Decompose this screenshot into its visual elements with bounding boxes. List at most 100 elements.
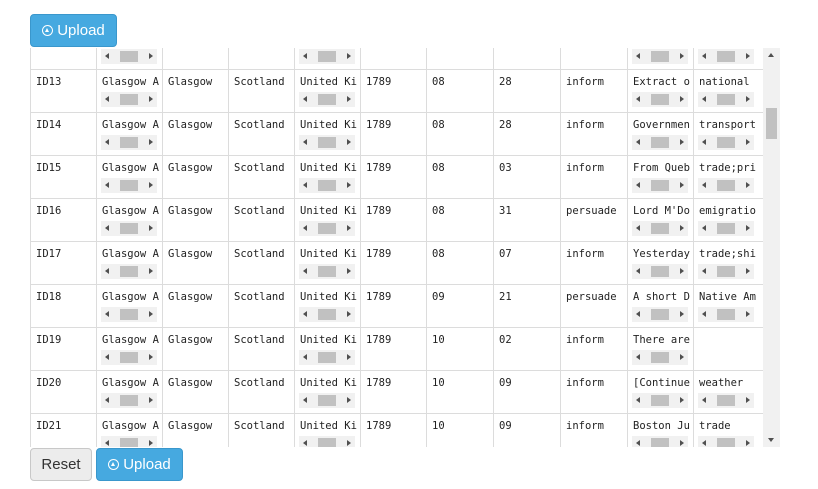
cell-horizontal-scrollbar[interactable] bbox=[698, 135, 754, 150]
horizontal-scrollbar-thumb[interactable] bbox=[651, 309, 669, 320]
scroll-left-arrow-icon[interactable] bbox=[702, 139, 706, 145]
scroll-left-arrow-icon[interactable] bbox=[636, 182, 640, 188]
scroll-down-arrow-icon[interactable] bbox=[768, 438, 774, 442]
scroll-right-arrow-icon[interactable] bbox=[149, 354, 153, 360]
scroll-left-arrow-icon[interactable] bbox=[105, 139, 109, 145]
upload-button-bottom[interactable]: Upload bbox=[96, 448, 183, 481]
scroll-right-arrow-icon[interactable] bbox=[149, 182, 153, 188]
horizontal-scrollbar-thumb[interactable] bbox=[120, 266, 138, 277]
scroll-right-arrow-icon[interactable] bbox=[680, 96, 684, 102]
scroll-up-arrow-icon[interactable] bbox=[768, 53, 774, 57]
scroll-right-arrow-icon[interactable] bbox=[149, 311, 153, 317]
scroll-right-arrow-icon[interactable] bbox=[746, 397, 750, 403]
cell-horizontal-scrollbar[interactable] bbox=[698, 436, 754, 447]
scroll-right-arrow-icon[interactable] bbox=[149, 225, 153, 231]
horizontal-scrollbar-thumb[interactable] bbox=[651, 352, 669, 363]
scroll-right-arrow-icon[interactable] bbox=[746, 96, 750, 102]
cell-horizontal-scrollbar[interactable] bbox=[101, 49, 157, 64]
horizontal-scrollbar-thumb[interactable] bbox=[120, 223, 138, 234]
cell-horizontal-scrollbar[interactable] bbox=[632, 393, 688, 408]
scroll-right-arrow-icon[interactable] bbox=[347, 225, 351, 231]
scroll-right-arrow-icon[interactable] bbox=[149, 440, 153, 446]
horizontal-scrollbar-thumb[interactable] bbox=[318, 223, 336, 234]
scroll-left-arrow-icon[interactable] bbox=[303, 96, 307, 102]
cell-horizontal-scrollbar[interactable] bbox=[299, 307, 355, 322]
horizontal-scrollbar-thumb[interactable] bbox=[318, 352, 336, 363]
scroll-left-arrow-icon[interactable] bbox=[303, 139, 307, 145]
cell-horizontal-scrollbar[interactable] bbox=[101, 221, 157, 236]
horizontal-scrollbar-thumb[interactable] bbox=[120, 94, 138, 105]
scroll-right-arrow-icon[interactable] bbox=[149, 397, 153, 403]
horizontal-scrollbar-thumb[interactable] bbox=[717, 137, 735, 148]
scroll-left-arrow-icon[interactable] bbox=[105, 225, 109, 231]
scroll-left-arrow-icon[interactable] bbox=[702, 311, 706, 317]
scroll-right-arrow-icon[interactable] bbox=[347, 268, 351, 274]
horizontal-scrollbar-thumb[interactable] bbox=[717, 51, 735, 62]
cell-horizontal-scrollbar[interactable] bbox=[632, 49, 688, 64]
horizontal-scrollbar-thumb[interactable] bbox=[651, 223, 669, 234]
cell-horizontal-scrollbar[interactable] bbox=[632, 350, 688, 365]
horizontal-scrollbar-thumb[interactable] bbox=[120, 438, 138, 447]
scroll-left-arrow-icon[interactable] bbox=[636, 139, 640, 145]
cell-horizontal-scrollbar[interactable] bbox=[299, 436, 355, 447]
cell-horizontal-scrollbar[interactable] bbox=[632, 92, 688, 107]
scroll-right-arrow-icon[interactable] bbox=[680, 354, 684, 360]
horizontal-scrollbar-thumb[interactable] bbox=[318, 309, 336, 320]
horizontal-scrollbar-thumb[interactable] bbox=[651, 94, 669, 105]
scroll-left-arrow-icon[interactable] bbox=[303, 182, 307, 188]
horizontal-scrollbar-thumb[interactable] bbox=[318, 51, 336, 62]
scroll-left-arrow-icon[interactable] bbox=[636, 225, 640, 231]
scroll-right-arrow-icon[interactable] bbox=[347, 397, 351, 403]
scroll-right-arrow-icon[interactable] bbox=[680, 139, 684, 145]
scroll-left-arrow-icon[interactable] bbox=[636, 397, 640, 403]
horizontal-scrollbar-thumb[interactable] bbox=[717, 180, 735, 191]
cell-horizontal-scrollbar[interactable] bbox=[299, 393, 355, 408]
scroll-left-arrow-icon[interactable] bbox=[702, 225, 706, 231]
scroll-right-arrow-icon[interactable] bbox=[680, 182, 684, 188]
horizontal-scrollbar-thumb[interactable] bbox=[651, 438, 669, 447]
horizontal-scrollbar-thumb[interactable] bbox=[318, 266, 336, 277]
horizontal-scrollbar-thumb[interactable] bbox=[717, 309, 735, 320]
horizontal-scrollbar-thumb[interactable] bbox=[120, 352, 138, 363]
cell-horizontal-scrollbar[interactable] bbox=[698, 307, 754, 322]
cell-horizontal-scrollbar[interactable] bbox=[101, 350, 157, 365]
reset-button[interactable]: Reset bbox=[30, 448, 92, 481]
scroll-left-arrow-icon[interactable] bbox=[303, 311, 307, 317]
cell-horizontal-scrollbar[interactable] bbox=[698, 221, 754, 236]
scroll-left-arrow-icon[interactable] bbox=[105, 182, 109, 188]
scroll-right-arrow-icon[interactable] bbox=[746, 225, 750, 231]
horizontal-scrollbar-thumb[interactable] bbox=[120, 395, 138, 406]
scroll-left-arrow-icon[interactable] bbox=[105, 354, 109, 360]
horizontal-scrollbar-thumb[interactable] bbox=[717, 395, 735, 406]
horizontal-scrollbar-thumb[interactable] bbox=[651, 395, 669, 406]
cell-horizontal-scrollbar[interactable] bbox=[698, 264, 754, 279]
scroll-left-arrow-icon[interactable] bbox=[636, 311, 640, 317]
scroll-left-arrow-icon[interactable] bbox=[105, 96, 109, 102]
vertical-scrollbar[interactable] bbox=[763, 48, 780, 447]
cell-horizontal-scrollbar[interactable] bbox=[299, 264, 355, 279]
scroll-left-arrow-icon[interactable] bbox=[105, 268, 109, 274]
scroll-right-arrow-icon[interactable] bbox=[746, 440, 750, 446]
cell-horizontal-scrollbar[interactable] bbox=[299, 221, 355, 236]
scroll-left-arrow-icon[interactable] bbox=[702, 182, 706, 188]
scroll-left-arrow-icon[interactable] bbox=[702, 440, 706, 446]
cell-horizontal-scrollbar[interactable] bbox=[101, 264, 157, 279]
scroll-right-arrow-icon[interactable] bbox=[149, 139, 153, 145]
cell-horizontal-scrollbar[interactable] bbox=[632, 264, 688, 279]
scroll-right-arrow-icon[interactable] bbox=[347, 440, 351, 446]
scroll-right-arrow-icon[interactable] bbox=[680, 311, 684, 317]
horizontal-scrollbar-thumb[interactable] bbox=[717, 266, 735, 277]
scroll-right-arrow-icon[interactable] bbox=[347, 53, 351, 59]
scroll-left-arrow-icon[interactable] bbox=[303, 397, 307, 403]
scroll-right-arrow-icon[interactable] bbox=[347, 96, 351, 102]
cell-horizontal-scrollbar[interactable] bbox=[299, 49, 355, 64]
cell-horizontal-scrollbar[interactable] bbox=[698, 92, 754, 107]
cell-horizontal-scrollbar[interactable] bbox=[299, 92, 355, 107]
scroll-right-arrow-icon[interactable] bbox=[746, 53, 750, 59]
scroll-left-arrow-icon[interactable] bbox=[702, 397, 706, 403]
scroll-right-arrow-icon[interactable] bbox=[746, 268, 750, 274]
vertical-scrollbar-thumb[interactable] bbox=[766, 108, 777, 139]
cell-horizontal-scrollbar[interactable] bbox=[101, 135, 157, 150]
cell-horizontal-scrollbar[interactable] bbox=[632, 436, 688, 447]
horizontal-scrollbar-thumb[interactable] bbox=[717, 223, 735, 234]
